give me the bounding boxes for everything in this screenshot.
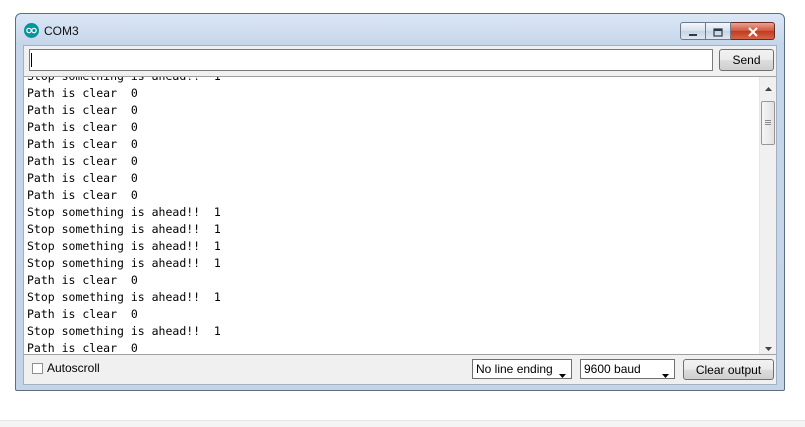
- serial-output-line: Path is clear 0: [27, 341, 138, 355]
- clear-output-button[interactable]: Clear output: [683, 359, 774, 380]
- send-button[interactable]: Send: [719, 49, 774, 71]
- serial-output-line: Stop something is ahead!! 1: [27, 76, 221, 83]
- serial-output-text: Stop something is ahead!! 1 Path is clear…: [27, 76, 757, 355]
- serial-output-line: Path is clear 0: [27, 103, 138, 117]
- close-button[interactable]: [731, 22, 775, 40]
- bottom-bar: Autoscroll No line ending 9600 baud Clea…: [24, 354, 776, 384]
- arduino-logo-icon: [24, 23, 39, 38]
- chevron-down-icon: [559, 367, 566, 381]
- serial-output-line: Stop something is ahead!! 1: [27, 324, 221, 338]
- serial-output-line: Stop something is ahead!! 1: [27, 239, 221, 253]
- scroll-down-button[interactable]: [760, 337, 776, 354]
- serial-output-line: Path is clear 0: [27, 154, 138, 168]
- minimize-button[interactable]: [680, 22, 706, 40]
- scroll-up-arrow-icon: [765, 77, 772, 95]
- serial-output-line: Path is clear 0: [27, 86, 138, 100]
- scroll-down-arrow-icon: [765, 336, 772, 354]
- vertical-scrollbar[interactable]: [759, 77, 776, 354]
- serial-output-line: Path is clear 0: [27, 137, 138, 151]
- send-input[interactable]: [29, 49, 713, 71]
- serial-output-line: Stop something is ahead!! 1: [27, 290, 221, 304]
- window-title: COM3: [44, 24, 79, 38]
- serial-output-line: Path is clear 0: [27, 120, 138, 134]
- minimize-icon: [688, 22, 698, 41]
- serial-output-line: Path is clear 0: [27, 307, 138, 321]
- grip-icon: [765, 120, 771, 126]
- scrollbar-thumb[interactable]: [761, 101, 775, 145]
- serial-output-line: Stop something is ahead!! 1: [27, 256, 221, 270]
- scroll-up-button[interactable]: [760, 77, 776, 94]
- autoscroll-toggle[interactable]: Autoscroll: [32, 361, 100, 375]
- title-bar[interactable]: COM3: [16, 14, 784, 46]
- autoscroll-checkbox[interactable]: [32, 362, 43, 374]
- serial-output[interactable]: Stop something is ahead!! 1 Path is clear…: [24, 76, 776, 355]
- autoscroll-label: Autoscroll: [47, 361, 100, 375]
- line-ending-select[interactable]: No line ending: [472, 359, 572, 379]
- serial-monitor-client: Send Stop something is ahead!! 1 Path is …: [23, 45, 777, 385]
- baud-rate-value: 9600 baud: [584, 362, 641, 376]
- serial-output-line: Path is clear 0: [27, 273, 138, 287]
- serial-monitor-window: COM3 Send Stop something is ahead!! 1 Pat…: [15, 13, 785, 391]
- line-ending-value: No line ending: [476, 362, 553, 376]
- chevron-down-icon: [662, 367, 669, 381]
- serial-output-line: Path is clear 0: [27, 171, 138, 185]
- maximize-button[interactable]: [706, 22, 731, 40]
- serial-output-line: Path is clear 0: [27, 188, 138, 202]
- close-icon: [747, 22, 759, 41]
- serial-output-line: Stop something is ahead!! 1: [27, 205, 221, 219]
- serial-output-line: Stop something is ahead!! 1: [27, 222, 221, 236]
- text-caret: [31, 53, 32, 67]
- baud-rate-select[interactable]: 9600 baud: [580, 359, 675, 379]
- maximize-icon: [713, 22, 723, 41]
